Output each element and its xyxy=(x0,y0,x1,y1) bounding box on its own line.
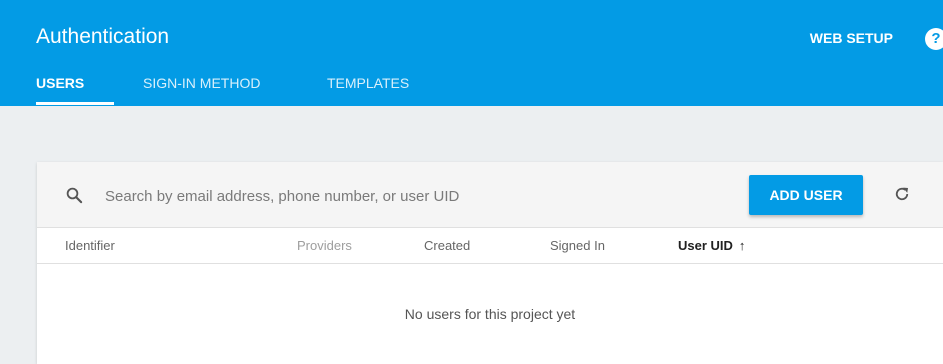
column-user-uid-label: User UID xyxy=(678,238,733,253)
empty-state-message: No users for this project yet xyxy=(404,306,576,322)
web-setup-button[interactable]: WEB SETUP xyxy=(810,30,893,46)
column-providers: Providers xyxy=(297,238,352,253)
search-icon xyxy=(66,187,83,204)
help-icon[interactable]: ? xyxy=(925,28,943,50)
table-header: Identifier Providers Created Signed In U… xyxy=(37,228,943,264)
refresh-icon[interactable] xyxy=(893,185,911,203)
app-header: Authentication WEB SETUP ? USERS SIGN-IN… xyxy=(0,0,943,106)
search-input[interactable] xyxy=(103,182,667,210)
column-signed-in[interactable]: Signed In xyxy=(550,238,605,253)
column-created[interactable]: Created xyxy=(424,238,470,253)
users-card: ADD USER Identifier Providers Created Si… xyxy=(37,162,943,364)
active-tab-indicator xyxy=(36,102,114,105)
column-user-uid[interactable]: User UID ↑ xyxy=(678,238,745,253)
tab-users[interactable]: USERS xyxy=(36,75,84,91)
page-title: Authentication xyxy=(36,25,170,48)
tab-bar: USERS SIGN-IN METHOD TEMPLATES xyxy=(0,70,943,106)
add-user-button[interactable]: ADD USER xyxy=(749,175,863,215)
tab-templates[interactable]: TEMPLATES xyxy=(327,75,409,91)
column-identifier[interactable]: Identifier xyxy=(65,238,115,253)
arrow-up-icon: ↑ xyxy=(738,238,746,253)
tab-sign-in-method[interactable]: SIGN-IN METHOD xyxy=(143,75,260,91)
search-bar: ADD USER xyxy=(37,162,943,228)
